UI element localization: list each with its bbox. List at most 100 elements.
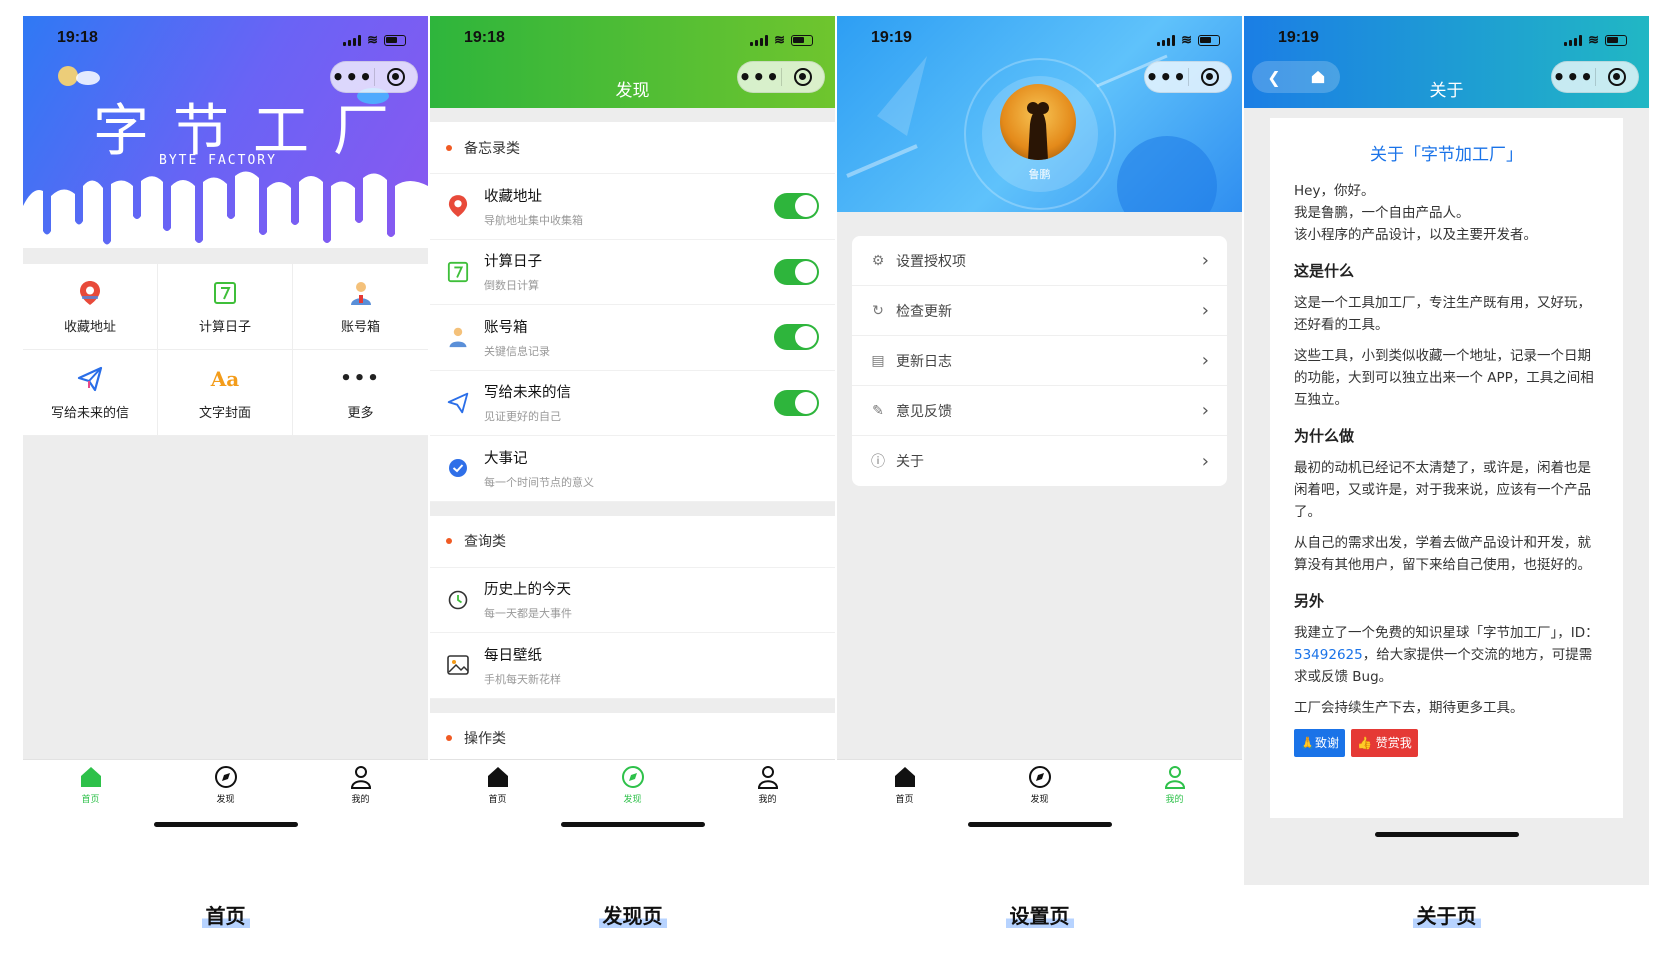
caption-text: 发现页 [598, 904, 667, 928]
more-dots-glyph: ••• [340, 368, 381, 389]
wifi-icon: ≋ [1588, 32, 1599, 47]
paragraph: 从自己的需求出发，学着去做产品设计和开发，就算没有其他用户，留下来给自己使用，也… [1294, 535, 1591, 573]
grid-item-text-cover[interactable]: Aa 文字封面 [158, 350, 293, 436]
tab-discover[interactable]: 发现 [972, 764, 1107, 806]
tab-mine[interactable]: 我的 [293, 764, 428, 806]
bottom-area [1244, 828, 1649, 885]
wifi-icon: ≋ [367, 32, 378, 47]
close-miniprogram-icon[interactable] [375, 68, 418, 86]
refresh-icon: ↻ [872, 302, 884, 319]
settings-row-authorization[interactable]: ⚙ 设置授权项 › [852, 236, 1227, 286]
signal-icon [1157, 34, 1176, 46]
tool-grid: 收藏地址 计算日子 账号箱 写给未来的信 Aa 文字封面 ••• 更多 [23, 264, 428, 436]
intro-line: 该小程序的产品设计，以及主要开发者。 [1294, 227, 1537, 243]
home-indicator [1375, 832, 1519, 837]
chevron-right-icon: › [1201, 450, 1209, 472]
compass-icon [621, 766, 644, 788]
knowledge-planet-id-link[interactable]: 53492625 [1294, 647, 1363, 663]
bullet-dot-icon [446, 538, 452, 544]
thanks-button[interactable]: 🙏致谢 [1294, 729, 1345, 757]
more-options-icon[interactable]: ••• [1145, 67, 1188, 87]
user-icon [350, 766, 371, 789]
grid-item-more[interactable]: ••• 更多 [293, 350, 428, 436]
calendar-seven-icon [211, 279, 239, 307]
item-subtitle: 见证更好的自己 [484, 410, 561, 424]
tab-mine[interactable]: 我的 [1107, 764, 1242, 806]
wifi-icon: ≋ [1181, 32, 1192, 47]
row-label: 检查更新 [896, 303, 952, 320]
person-icon [347, 279, 375, 307]
profile-header: 19:19 ≋ ••• 鲁鹏 [837, 16, 1242, 212]
item-subtitle: 每一天都是大事件 [484, 607, 572, 621]
status-bar: 19:18 ≋ [23, 16, 428, 60]
enable-toggle[interactable] [774, 324, 819, 351]
list-item[interactable]: 账号箱 关键信息记录 [430, 305, 835, 371]
tab-discover[interactable]: 发现 [158, 764, 293, 806]
grid-item-favorite-address[interactable]: 收藏地址 [23, 264, 158, 350]
enable-toggle[interactable] [774, 193, 819, 220]
item-title: 大事记 [484, 450, 528, 467]
tab-home[interactable]: 首页 [430, 764, 565, 806]
enable-toggle[interactable] [774, 389, 819, 416]
menu-capsule[interactable]: ••• [330, 61, 418, 93]
section-extra-title: 另外 [1294, 592, 1325, 610]
tab-mine-label: 我的 [351, 795, 370, 805]
list-item[interactable]: 大事记每一个时间节点的意义 [430, 436, 835, 502]
enable-toggle[interactable] [774, 258, 819, 285]
paper-plane-icon [446, 391, 470, 415]
grid-item-label: 写给未来的信 [50, 405, 129, 421]
compass-icon [1028, 766, 1051, 788]
badge-row: 🙏致谢 👍 赞赏我 [1294, 729, 1599, 757]
menu-capsule[interactable]: ••• [1551, 61, 1639, 93]
menu-capsule[interactable]: ••• [1144, 61, 1232, 93]
more-options-icon[interactable]: ••• [738, 67, 781, 87]
clock-icon [446, 588, 470, 612]
grid-item-label: 更多 [347, 405, 374, 421]
close-miniprogram-icon[interactable] [1596, 68, 1639, 86]
tab-home[interactable]: 首页 [23, 764, 158, 806]
about-screen: 19:19 ≋ ❮ 关于 ••• 关于「字节加工厂」 Hey，你好。 我是鲁鹏，… [1244, 16, 1649, 885]
more-options-icon[interactable]: ••• [331, 67, 374, 87]
bullet-dot-icon [446, 144, 452, 151]
row-label: 更新日志 [896, 353, 952, 370]
settings-row-feedback[interactable]: ✎ 意见反馈 › [852, 386, 1227, 436]
menu-capsule[interactable]: ••• [737, 61, 825, 93]
more-options-icon[interactable]: ••• [1552, 67, 1595, 87]
calendar-seven-icon [446, 260, 470, 284]
settings-row-about[interactable]: ⓘ 关于 › [852, 436, 1227, 486]
check-circle-icon [446, 456, 470, 480]
grid-item-account-box[interactable]: 账号箱 [293, 264, 428, 350]
list-item[interactable]: 历史上的今天 每一天都是大事件 [430, 567, 835, 633]
status-icons: ≋ [1564, 32, 1627, 48]
list-item[interactable]: 计算日子 倒数日计算 [430, 239, 835, 305]
tab-mine[interactable]: 我的 [700, 764, 835, 806]
caption-about: 关于页 [1244, 900, 1649, 929]
settings-row-check-update[interactable]: ↻ 检查更新 › [852, 286, 1227, 336]
item-subtitle: 关键信息记录 [484, 344, 550, 358]
avatar[interactable] [1000, 84, 1076, 160]
close-miniprogram-icon[interactable] [1189, 68, 1232, 86]
item-subtitle: 每一个时间节点的意义 [484, 475, 594, 489]
battery-icon [791, 34, 813, 46]
status-time: 19:19 [871, 29, 912, 46]
settings-row-changelog[interactable]: ▤ 更新日志 › [852, 336, 1227, 386]
list-item[interactable]: 写给未来的信 见证更好的自己 [430, 370, 835, 436]
grid-item-count-days[interactable]: 计算日子 [158, 264, 293, 350]
tab-discover[interactable]: 发现 [565, 764, 700, 806]
reward-button[interactable]: 👍 赞赏我 [1350, 729, 1418, 757]
tab-home[interactable]: 首页 [837, 764, 972, 806]
settings-screen: 19:19 ≋ ••• 鲁鹏 ⚙ 设置授权项 › ↻ 检查更新 › ▤ 更新日志… [837, 16, 1242, 885]
item-title: 账号箱 [484, 319, 528, 336]
grid-item-future-letter[interactable]: 写给未来的信 [23, 350, 158, 436]
status-icons: ≋ [343, 32, 406, 48]
caption-home: 首页 [23, 900, 428, 929]
list-item[interactable]: 每日壁纸 手机每天新花样 [430, 633, 835, 699]
tab-discover-label: 发现 [1030, 795, 1049, 805]
paragraph: 工厂会持续生产下去，期待更多工具。 [1294, 700, 1524, 716]
close-miniprogram-icon[interactable] [782, 68, 825, 86]
row-label: 关于 [896, 454, 924, 470]
list-item[interactable]: 收藏地址 导航地址集中收集箱 [430, 174, 835, 240]
home-indicator [968, 822, 1112, 827]
caption-text: 关于页 [1412, 904, 1481, 928]
battery-icon [1198, 34, 1220, 46]
